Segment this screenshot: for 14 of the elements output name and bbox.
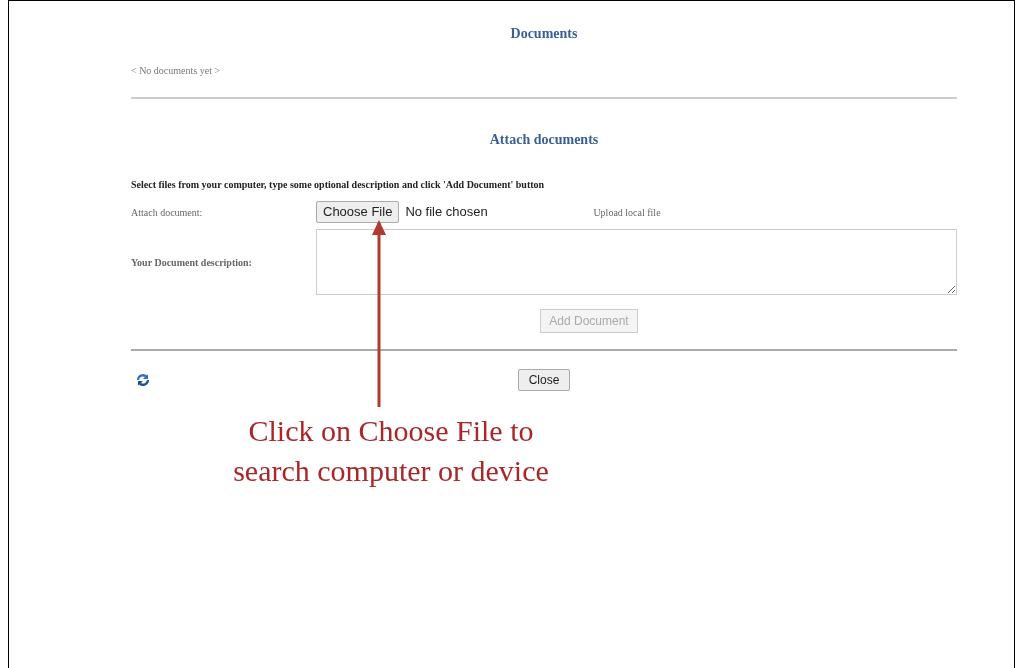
annotation-text: search computer or device — [233, 453, 549, 489]
description-field[interactable] — [315, 229, 957, 295]
instruction-text: Select files from your computer, type some optional description and click 'Add Document' button — [131, 179, 545, 190]
empty-message: < No documents yet > — [131, 65, 221, 76]
upload-hint: Upload local file — [593, 205, 661, 220]
section-title: Documents — [510, 26, 578, 41]
field-label: Attach document: — [131, 205, 204, 220]
file-status: No file chosen — [405, 203, 489, 222]
field-label: Your Document description: — [131, 255, 253, 270]
choose-file-button[interactable]: Choose File — [316, 201, 400, 223]
close-button[interactable]: Close — [517, 369, 571, 391]
annotation-text: Click on Choose File to — [248, 413, 534, 449]
section-title: Attach documents — [489, 132, 599, 147]
refresh-icon[interactable] — [135, 372, 151, 388]
